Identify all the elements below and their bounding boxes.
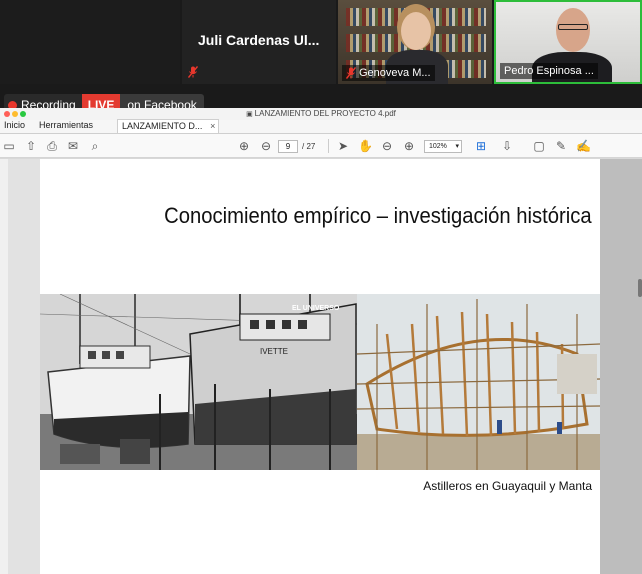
participant-name: Genoveva M... [359,67,431,79]
search-icon[interactable]: ⌕ [88,139,102,153]
previous-page-icon[interactable]: ⊕ [237,139,251,153]
participant-tile-pedro-active-speaker[interactable]: Pedro Espinosa ... [494,0,642,84]
sign-icon[interactable]: ✍ [576,139,591,153]
participant-tile-genoveva[interactable]: Genoveva M... [338,0,492,84]
tab-herramientas[interactable]: Herramientas [33,119,101,133]
print-icon[interactable]: ⎙ [45,139,59,153]
email-icon[interactable]: ✉ [66,139,80,153]
tab-label: Herramientas [39,120,94,130]
zoom-in-icon[interactable]: ⊕ [402,139,416,153]
window-close-button[interactable] [4,111,10,117]
fit-page-icon[interactable]: ⊞ [474,139,488,153]
tab-inicio[interactable]: Inicio [0,119,33,133]
pdf-file-icon: ▣ [246,111,255,118]
page-total: / 27 [302,142,316,151]
photo-watermark: EL UNIVERSO [292,305,340,312]
comment-icon[interactable]: ▢ [532,139,546,153]
glasses-icon [558,24,588,30]
video-strip: Juli Cardenas Ul... Genoveva M... Pedro … [0,0,642,86]
shipyard-photo-manta [357,294,600,470]
tab-document[interactable]: LANZAMIENTO D... × [117,119,220,133]
zoom-out-icon[interactable]: ⊖ [380,139,394,153]
page-number-input[interactable]: 9 [278,140,298,153]
toolbar-separator [328,139,329,153]
participant-head [556,8,590,52]
participant-name: Pedro Espinosa ... [504,65,594,77]
right-gutter [600,159,642,574]
upload-icon[interactable]: ⇧ [24,139,38,153]
window-minimize-button[interactable] [12,111,18,117]
hand-tool-icon[interactable]: ✋ [358,139,373,153]
window-titlebar: ▣ LANZAMIENTO DEL PROYECTO 4.pdf [0,108,642,120]
tab-bar: Inicio Herramientas LANZAMIENTO D... × [0,119,642,134]
boat-name-text: IVETTE [260,347,288,356]
window-title: LANZAMIENTO DEL PROYECTO 4.pdf [254,109,396,118]
participant-name-tag: Genoveva M... [342,65,435,81]
left-panel-handle[interactable] [0,159,8,574]
highlight-pen-icon[interactable]: ✎ [554,139,568,153]
muted-mic-badge [184,64,202,80]
shipyard-photo-guayaquil: IVETTE EL UNIVERSO [40,294,357,470]
select-cursor-icon[interactable]: ➤ [336,139,350,153]
zoom-level-select[interactable]: 102% [424,140,462,153]
next-page-icon[interactable]: ⊖ [259,139,273,153]
pdf-page: Conocimiento empírico – investigación hi… [40,159,600,574]
participant-name-center: Juli Cardenas Ul... [198,32,320,48]
document-area[interactable]: Conocimiento empírico – investigación hi… [0,159,642,574]
ship-frame-illustration [357,294,600,470]
pdf-toolbar: ▭ ⇧ ⎙ ✉ ⌕ ⊕ ⊖ 9 / 27 ➤ ✋ ⊖ ⊕ 102% ⊞ ⇩ ▢ … [0,134,642,158]
save-icon[interactable]: ▭ [2,139,16,153]
tab-close-icon[interactable]: × [210,121,215,131]
boats-illustration: IVETTE EL UNIVERSO [40,294,357,470]
scroll-mode-icon[interactable]: ⇩ [500,139,514,153]
photo-caption: Astilleros en Guayaquil y Manta [423,479,592,493]
participant-head [401,12,431,50]
tab-label: Inicio [4,120,26,130]
participant-tile-juli[interactable]: Juli Cardenas Ul... [182,0,336,84]
muted-mic-icon [346,67,356,79]
muted-mic-icon [188,66,198,78]
pdf-viewer-window: ▣ LANZAMIENTO DEL PROYECTO 4.pdf Inicio … [0,108,642,574]
vertical-scrollbar[interactable] [638,279,642,297]
tab-label: LANZAMIENTO D... [122,120,203,131]
empty-video-tile [0,0,180,84]
window-maximize-button[interactable] [20,111,26,117]
participant-name-tag: Pedro Espinosa ... [500,63,598,79]
slide-title: Conocimiento empírico – investigación hi… [164,203,592,228]
